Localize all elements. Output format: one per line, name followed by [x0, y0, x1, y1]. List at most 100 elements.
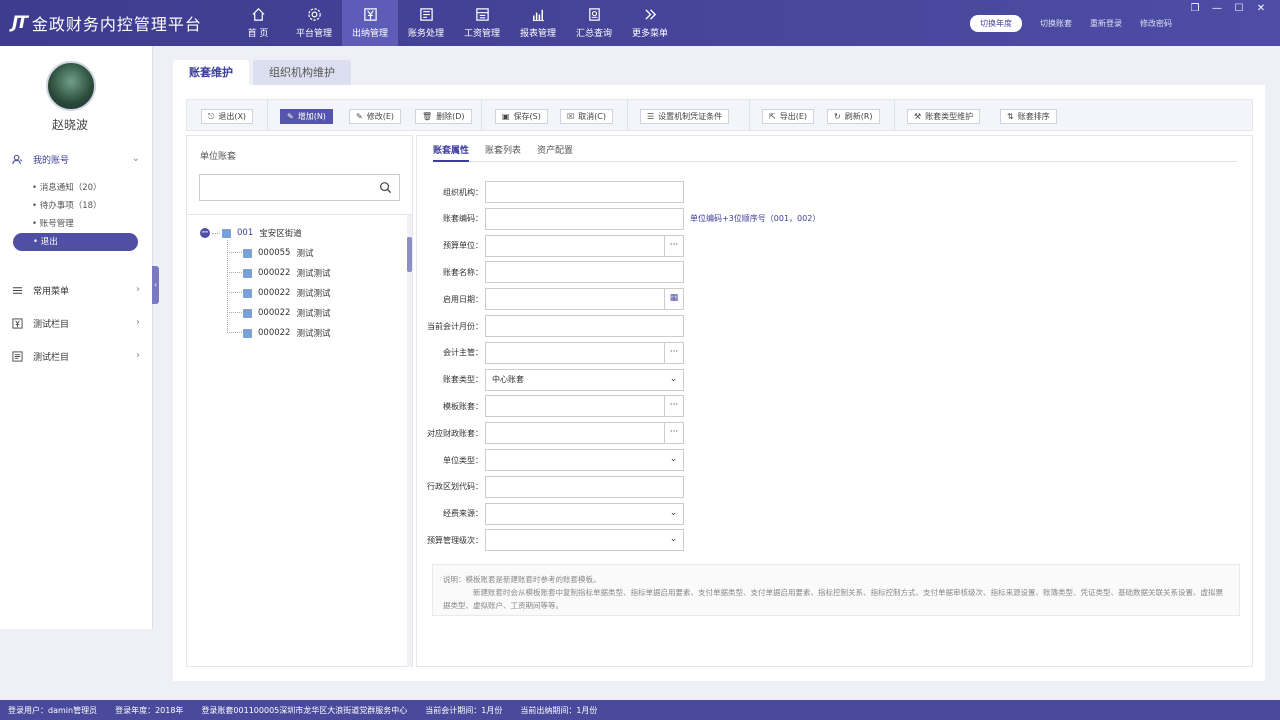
tab-book-maintenance[interactable]: 账套维护 [173, 60, 249, 85]
sidebar: 赵晓波 我的账号 ⌄ • 消息通知（20） • 待办事项（18） • 账号管理 … [0, 46, 153, 629]
export-button[interactable]: ⇱ 导出(E) [762, 109, 814, 124]
search-input[interactable] [199, 174, 400, 201]
delete-button[interactable]: 🗑 删除(D) [415, 109, 472, 124]
sidebar-item-messages[interactable]: • 消息通知（20） [32, 181, 102, 193]
sidebar-collapse-handle[interactable]: ‹ [152, 266, 159, 304]
ledger-box-icon [12, 350, 23, 362]
nav-item-5[interactable]: 报表管理 [510, 0, 566, 46]
folder-icon [243, 268, 252, 278]
field-input[interactable] [485, 207, 684, 230]
field-input[interactable]: ⌄ [485, 529, 684, 552]
tree-child-node[interactable]: 000022 测试测试 [243, 327, 330, 339]
tree-child-node[interactable]: 000022 测试测试 [243, 287, 330, 299]
tree-child-node[interactable]: 000022 测试测试 [243, 267, 330, 279]
tree-child-node[interactable]: 000022 测试测试 [243, 307, 330, 319]
form-row: 会计主管： ··· [417, 341, 684, 364]
field-input[interactable]: ··· [485, 422, 684, 445]
menu-test-2[interactable]: 测试栏目 › [0, 344, 152, 368]
relogin-link[interactable]: 重新登录 [1090, 18, 1122, 29]
form-row: 账套名称： [417, 261, 684, 284]
search-icon[interactable] [379, 181, 392, 194]
field-input[interactable]: ⌄ [485, 449, 684, 471]
nav-item-3[interactable]: 账务处理 [398, 0, 454, 46]
add-button[interactable]: ✎ 增加(N) [280, 109, 333, 124]
field-input[interactable]: ··· [485, 341, 684, 364]
nav-item-7[interactable]: 更多菜单 [622, 0, 678, 46]
menu-common[interactable]: 常用菜单 › [0, 278, 152, 302]
field-input[interactable] [485, 261, 684, 284]
tab-asset-config[interactable]: 资产配置 [537, 142, 573, 162]
field-input[interactable] [485, 181, 684, 203]
book-sort-button[interactable]: ⇅ 账套排序 [1000, 109, 1057, 124]
calendar-icon[interactable]: ▦ [664, 289, 683, 310]
nav-item-0[interactable]: 首 页 [230, 0, 286, 46]
nav-label: 平台管理 [295, 29, 332, 39]
sort-icon: ⇅ [1007, 112, 1014, 121]
scroll-thumb[interactable] [407, 237, 412, 272]
field-input[interactable] [485, 475, 684, 498]
exit-button[interactable]: ⎋ 退出(X) [201, 109, 254, 124]
tree-child-node[interactable]: 000055 测试 [243, 247, 313, 259]
sidebar-item-todo[interactable]: • 待办事项（18） [32, 199, 102, 211]
form-row: 对应财政账套： ··· [417, 422, 684, 445]
field-label: 账套编码： [443, 214, 483, 224]
tab-book-attributes[interactable]: 账套属性 [433, 142, 470, 162]
more-icon[interactable]: ··· [664, 342, 683, 363]
nav-item-4[interactable]: 工资管理 [454, 0, 510, 46]
tree-root-node[interactable]: − 001 宝安区街道 [200, 227, 302, 239]
wrench-icon: ⚒ [914, 112, 922, 121]
field-label: 当前会计月份： [427, 321, 483, 331]
tree-scrollbar[interactable] [407, 215, 412, 667]
refresh-button[interactable]: ↻ 刷新(R) [827, 109, 880, 124]
nav-item-1[interactable]: 平台管理 [286, 0, 342, 46]
edit-button[interactable]: ✎ 修改(E) [349, 109, 401, 124]
field-input[interactable]: ··· [485, 234, 684, 257]
collapse-icon[interactable]: − [200, 228, 210, 238]
chevron-down-icon[interactable]: ⌄ [664, 450, 683, 470]
tab-book-list[interactable]: 账套列表 [485, 142, 521, 162]
nav-item-6[interactable]: 汇总查询 [566, 0, 622, 46]
nav-label: 汇总查询 [575, 29, 612, 39]
form-row: 账套编码： 单位编码+3位顺序号（001，002） [417, 207, 820, 230]
more-icon[interactable]: ··· [664, 235, 683, 256]
restore-icon[interactable]: ❐ [1184, 3, 1206, 14]
field-label: 组织机构： [443, 187, 483, 197]
save-button[interactable]: ▣ 保存(S) [495, 109, 548, 124]
nav-label: 更多菜单 [631, 29, 668, 39]
menu-test-1[interactable]: 测试栏目 › [0, 311, 152, 335]
maximize-icon[interactable]: ☐ [1228, 3, 1250, 14]
switch-year-button[interactable]: 切换年度 [970, 15, 1022, 32]
avatar[interactable] [46, 61, 96, 111]
book-type-button[interactable]: ⚒ 账套类型维护 [907, 109, 981, 124]
field-input[interactable] [485, 315, 684, 337]
nav-item-2[interactable]: 出纳管理 [342, 0, 398, 46]
field-input[interactable]: 中心账套 ⌄ [485, 368, 684, 391]
form-row: 预算单位： ··· [417, 234, 684, 257]
chevron-down-icon[interactable]: ⌄ [664, 504, 683, 524]
field-input[interactable]: ▦ [485, 288, 684, 311]
close-icon[interactable]: ✕ [1250, 3, 1272, 14]
chevron-down-icon[interactable]: ⌄ [664, 530, 683, 550]
field-label: 账套名称： [443, 267, 483, 277]
double-chevron-icon [644, 9, 656, 20]
change-password-link[interactable]: 修改密码 [1140, 18, 1172, 29]
cancel-icon: ☒ [567, 112, 575, 121]
field-input[interactable]: ⌄ [485, 502, 684, 525]
set-voucher-button[interactable]: ☰ 设置机制凭证条件 [640, 109, 730, 124]
book-tree: − 001 宝安区街道 000055 测试 000022 测试测试 000022 测试测试… [187, 214, 412, 667]
user-icon [12, 154, 23, 164]
note-line-1: 说明：模板账套是新建账套时参考的账套模板。 [443, 575, 601, 584]
field-input[interactable]: ··· [485, 395, 684, 418]
switch-book-link[interactable]: 切换账套 [1040, 18, 1072, 29]
chevron-down-icon[interactable]: ⌄ [664, 370, 683, 390]
minimize-icon[interactable]: — [1206, 3, 1228, 14]
nav-label: 账务处理 [407, 29, 444, 39]
sidebar-item-exit[interactable]: • 退出 [13, 233, 138, 251]
tab-org-maintenance[interactable]: 组织机构维护 [253, 60, 351, 85]
menu-my-account[interactable]: 我的账号 ⌄ [0, 147, 152, 171]
more-icon[interactable]: ··· [664, 396, 683, 417]
sidebar-item-account-manage[interactable]: • 账号管理 [32, 217, 74, 229]
form-row: 当前会计月份： [417, 315, 684, 337]
more-icon[interactable]: ··· [664, 423, 683, 444]
cancel-button[interactable]: ☒ 取消(C) [560, 109, 613, 124]
